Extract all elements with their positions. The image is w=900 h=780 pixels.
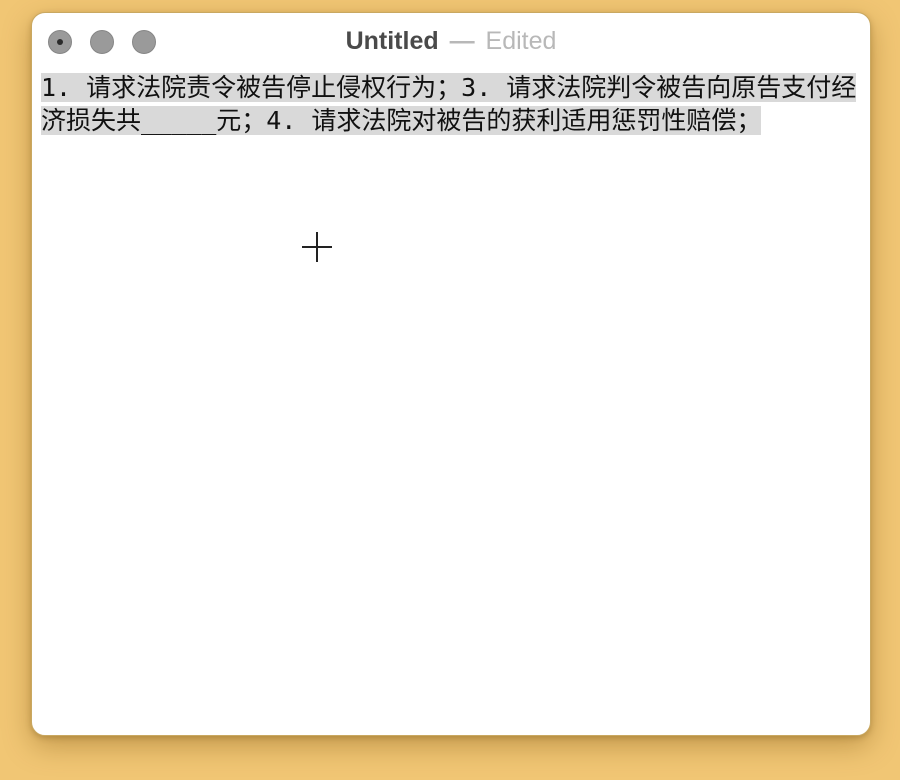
window-title: Untitled — Edited <box>32 26 870 56</box>
title-separator: — <box>449 27 475 55</box>
selected-text[interactable]: 1. 请求法院责令被告停止侵权行为；3. 请求法院判令被告向原告支付经济损失共_… <box>41 73 857 135</box>
document-name: Untitled <box>345 27 439 55</box>
edited-status: Edited <box>485 27 557 55</box>
text-editor-window: Untitled — Edited 1. 请求法院责令被告停止侵权行为；3. 请… <box>31 12 871 736</box>
text-area[interactable]: 1. 请求法院责令被告停止侵权行为；3. 请求法院判令被告向原告支付经济损失共_… <box>41 71 861 137</box>
crosshair-cursor-icon <box>302 232 332 262</box>
title-bar[interactable]: Untitled — Edited <box>32 13 870 69</box>
